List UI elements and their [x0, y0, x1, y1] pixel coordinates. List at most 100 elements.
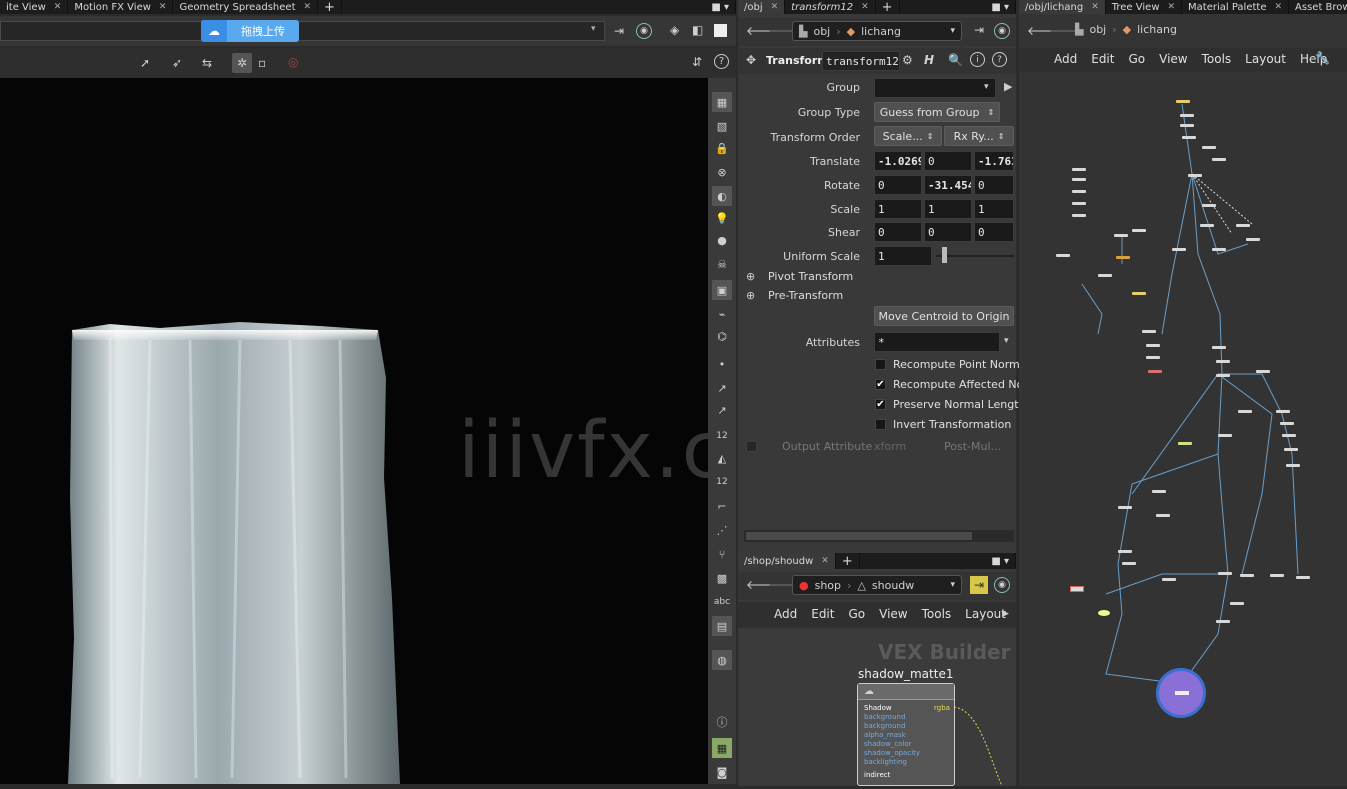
- invert-transformation-checkbox[interactable]: [875, 419, 886, 430]
- graph-node[interactable]: [1212, 248, 1226, 251]
- move-icon[interactable]: ➶: [172, 56, 182, 70]
- graph-node[interactable]: [1276, 410, 1290, 413]
- pane-menu-icon[interactable]: ■ ▾: [985, 553, 1016, 569]
- graph-node[interactable]: [1284, 448, 1298, 451]
- graph-node[interactable]: [1202, 204, 1216, 207]
- menu-layout[interactable]: Layout: [965, 607, 1006, 621]
- select-icon[interactable]: ➚: [140, 56, 150, 70]
- output-attribute-value[interactable]: xform: [874, 440, 906, 453]
- rotate-y[interactable]: -31.454: [924, 175, 972, 195]
- graph-node[interactable]: [1162, 578, 1176, 581]
- houdini-icon[interactable]: H: [924, 53, 934, 67]
- graph-node[interactable]: [1176, 100, 1190, 103]
- prim-icon[interactable]: ◭: [712, 448, 732, 468]
- handle-icon[interactable]: ✲: [232, 53, 252, 73]
- group-field[interactable]: [874, 78, 996, 98]
- graph-node[interactable]: [1146, 356, 1160, 359]
- graph-node[interactable]: [1212, 346, 1226, 349]
- bulb-icon[interactable]: ◍: [712, 650, 732, 670]
- recompute-point-normal-checkbox[interactable]: [875, 359, 886, 370]
- maximize-icon[interactable]: [714, 24, 727, 37]
- tab-tree-view[interactable]: Tree View ✕: [1106, 0, 1183, 14]
- shear-x[interactable]: 0: [874, 222, 922, 242]
- grid-icon[interactable]: ▧: [712, 116, 732, 136]
- light-yellow-icon[interactable]: ●: [712, 230, 732, 250]
- merge-node[interactable]: [1098, 610, 1110, 616]
- graph-node[interactable]: [1148, 370, 1162, 373]
- slider-handle[interactable]: [942, 247, 947, 263]
- node-graph[interactable]: [1022, 74, 1347, 786]
- output-node[interactable]: [1156, 668, 1206, 718]
- graph-node[interactable]: [1218, 434, 1232, 437]
- graph-node[interactable]: [1182, 136, 1196, 139]
- graph-node[interactable]: [1072, 178, 1086, 181]
- expand-icon[interactable]: ⊕: [746, 270, 755, 283]
- graph-node[interactable]: [1212, 158, 1226, 161]
- right-path-breadcrumb[interactable]: ▙ obj › ◆ lichang: [1075, 23, 1177, 36]
- bone2-icon[interactable]: ⌬: [712, 326, 732, 346]
- graph-node[interactable]: [1056, 254, 1070, 257]
- geo-icon[interactable]: ▣: [712, 280, 732, 300]
- graph-node[interactable]: [1152, 490, 1166, 493]
- arrow-right-icon[interactable]: ▶: [1002, 609, 1009, 619]
- vector-icon[interactable]: ↗: [712, 400, 732, 420]
- graph-node[interactable]: [1072, 190, 1086, 193]
- arrow-right-icon[interactable]: ▶: [1004, 80, 1012, 93]
- tab-geometry-spreadsheet[interactable]: Geometry Spreadsheet ✕: [173, 0, 319, 14]
- viewer-path-field[interactable]: [0, 21, 605, 41]
- graph-node[interactable]: [1098, 274, 1112, 277]
- tab-material-palette[interactable]: Material Palette ✕: [1182, 0, 1290, 14]
- pin-icon[interactable]: ⇥: [974, 23, 984, 37]
- graph-node[interactable]: [1142, 330, 1156, 333]
- add-tab-button[interactable]: +: [318, 0, 342, 15]
- tab-asset-browser[interactable]: Asset Browser: [1289, 0, 1347, 14]
- graph-node[interactable]: [1180, 124, 1194, 127]
- rotate-icon[interactable]: ⇆: [202, 56, 212, 70]
- text-icon[interactable]: abc: [712, 592, 732, 612]
- uniform-scale-field[interactable]: 1: [874, 246, 932, 266]
- quad-view-icon[interactable]: ▦: [712, 738, 732, 758]
- order-menu-b[interactable]: Rx Ry... ⇕: [944, 126, 1014, 146]
- graph-node[interactable]: [1216, 360, 1230, 363]
- upload-button[interactable]: ☁ 拖拽上传: [201, 20, 299, 42]
- graph-node[interactable]: [1256, 370, 1270, 373]
- chevron-down-icon[interactable]: ▾: [984, 82, 989, 92]
- chevron-down-icon[interactable]: ▾: [591, 24, 596, 34]
- tab-transform12[interactable]: transform12 ✕: [785, 0, 876, 14]
- tab-obj[interactable]: /obj ✕: [738, 0, 786, 14]
- branch-icon[interactable]: ⑂: [712, 544, 732, 564]
- graph-node[interactable]: [1180, 114, 1194, 117]
- graph-node[interactable]: [1296, 576, 1310, 579]
- snapshot-icon[interactable]: ◙: [712, 762, 732, 782]
- graph-node[interactable]: [1282, 434, 1296, 437]
- pane-menu-icon[interactable]: ■ ▾: [985, 0, 1016, 14]
- add-tab-button[interactable]: +: [836, 553, 860, 569]
- close-icon[interactable]: ✕: [303, 2, 311, 12]
- scale-y[interactable]: 1: [924, 199, 972, 219]
- menu-tools[interactable]: Tools: [922, 607, 952, 621]
- menu-edit[interactable]: Edit: [811, 607, 834, 621]
- skeleton-icon[interactable]: ☠: [712, 254, 732, 274]
- help-icon[interactable]: ?: [992, 52, 1007, 67]
- edge-icon[interactable]: ⌐: [712, 496, 732, 516]
- graph-node[interactable]: [1188, 174, 1202, 177]
- graph-node[interactable]: [1072, 214, 1086, 217]
- order-menu-a[interactable]: Scale... ⇕: [874, 126, 942, 146]
- display-options-icon[interactable]: ◈: [670, 23, 679, 37]
- chevron-down-icon[interactable]: ▾: [1004, 336, 1009, 346]
- camera-link-icon[interactable]: ◉: [636, 23, 652, 39]
- shade-icon[interactable]: ▦: [712, 92, 732, 112]
- close-icon[interactable]: ✕: [821, 556, 829, 566]
- attributes-field[interactable]: *: [874, 332, 1000, 352]
- graph-node[interactable]: [1114, 234, 1128, 237]
- menu-view[interactable]: View: [1159, 52, 1187, 66]
- add-tab-button[interactable]: +: [876, 0, 900, 15]
- error-node[interactable]: [1070, 586, 1084, 592]
- graph-node[interactable]: [1280, 422, 1294, 425]
- pre-transform-folder[interactable]: Pre-Transform: [768, 289, 843, 302]
- tab-motion-fx[interactable]: Motion FX View ✕: [68, 0, 174, 14]
- uniform-scale-slider[interactable]: [936, 255, 1014, 257]
- close-icon[interactable]: ✕: [159, 2, 167, 12]
- shear-z[interactable]: 0: [974, 222, 1014, 242]
- graph-node[interactable]: [1270, 574, 1284, 577]
